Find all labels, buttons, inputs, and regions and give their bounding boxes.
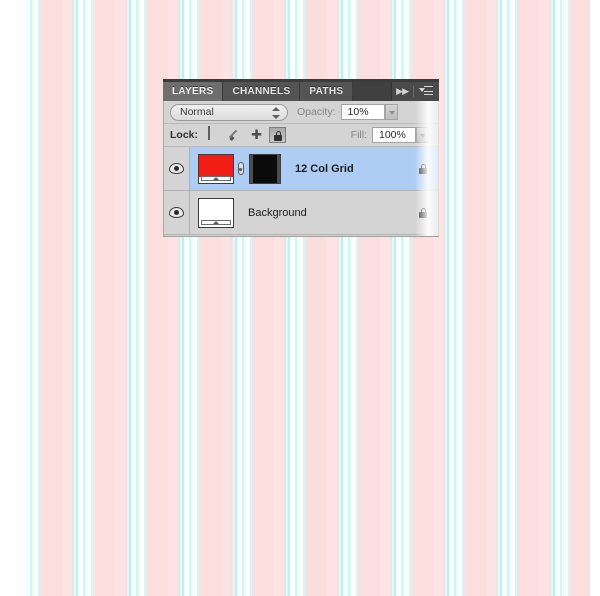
opacity-chevron-down-icon[interactable] — [384, 104, 398, 120]
tab-channels[interactable]: CHANNELS — [223, 82, 301, 101]
stepper-arrows-icon[interactable] — [272, 106, 280, 119]
lock-position-button[interactable]: ✚ — [248, 127, 264, 143]
move-cross-icon: ✚ — [251, 127, 262, 142]
layer-visibility-toggle[interactable] — [164, 147, 190, 190]
tab-paths[interactable]: PATHS — [300, 82, 354, 101]
table-row[interactable]: 12 Col Grid — [164, 147, 438, 191]
layer-thumbnail-group[interactable] — [190, 153, 281, 184]
fill-chevron-down-icon[interactable] — [416, 127, 429, 143]
panel-tab-controls[interactable]: ▶▶ — [392, 82, 439, 101]
tab-layers-label: LAYERS — [172, 86, 214, 97]
eye-icon — [169, 207, 184, 218]
layer-thumbnail[interactable] — [198, 153, 234, 184]
lock-row[interactable]: Lock: ✚ Fill: 100% — [164, 124, 438, 147]
layers-panel-body[interactable]: Normal Opacity: 10% Lock: ✚ Fill: 100% 1… — [163, 101, 439, 237]
layer-mask-thumbnail[interactable] — [249, 153, 281, 184]
layers-panel[interactable]: LAYERS CHANNELS PATHS ▶▶ Normal Opacity:… — [163, 79, 439, 237]
layer-thumbnail[interactable] — [198, 197, 234, 228]
fill-value: 100% — [379, 129, 406, 141]
blend-mode-row[interactable]: Normal Opacity: 10% — [164, 101, 438, 124]
layer-lock-indicator[interactable] — [408, 163, 438, 174]
opacity-value: 10% — [347, 106, 369, 118]
lock-transparent-pixels-button[interactable] — [206, 126, 222, 143]
padlock-icon — [419, 163, 427, 174]
padlock-icon — [274, 131, 283, 141]
layer-visibility-toggle[interactable] — [164, 191, 190, 234]
layer-name[interactable]: Background — [234, 207, 408, 219]
blend-mode-label: Normal — [180, 106, 214, 118]
layer-name[interactable]: 12 Col Grid — [281, 163, 408, 175]
lock-all-button[interactable] — [269, 127, 287, 143]
eye-icon — [169, 163, 184, 174]
lock-label: Lock: — [170, 129, 199, 141]
toolbar-divider — [413, 86, 414, 97]
opacity-input[interactable]: 10% — [340, 104, 398, 120]
table-row[interactable]: Background — [164, 191, 438, 235]
double-chevron-right-icon[interactable]: ▶▶ — [396, 87, 409, 96]
lock-image-pixels-button[interactable] — [227, 127, 243, 143]
opacity-label: Opacity: — [297, 106, 336, 118]
link-icon[interactable] — [234, 154, 247, 184]
checkerboard-icon — [208, 126, 211, 140]
padlock-icon — [419, 207, 427, 218]
blend-mode-select[interactable]: Normal — [170, 103, 288, 121]
panel-bottom-edge — [163, 236, 439, 237]
panel-menu-icon[interactable] — [419, 86, 433, 97]
layer-lock-indicator[interactable] — [408, 207, 438, 218]
tab-paths-label: PATHS — [309, 86, 344, 97]
tab-bar-filler — [353, 82, 393, 101]
paintbrush-icon — [229, 129, 241, 141]
fill-label: Fill: — [350, 129, 367, 141]
fill-group[interactable]: Fill: 100% — [342, 127, 429, 143]
tab-channels-label: CHANNELS — [232, 86, 291, 97]
layer-thumbnail-group[interactable] — [190, 197, 234, 228]
panel-tab-bar[interactable]: LAYERS CHANNELS PATHS ▶▶ — [163, 82, 439, 101]
tab-layers[interactable]: LAYERS — [163, 82, 224, 101]
fill-input[interactable]: 100% — [372, 127, 429, 143]
